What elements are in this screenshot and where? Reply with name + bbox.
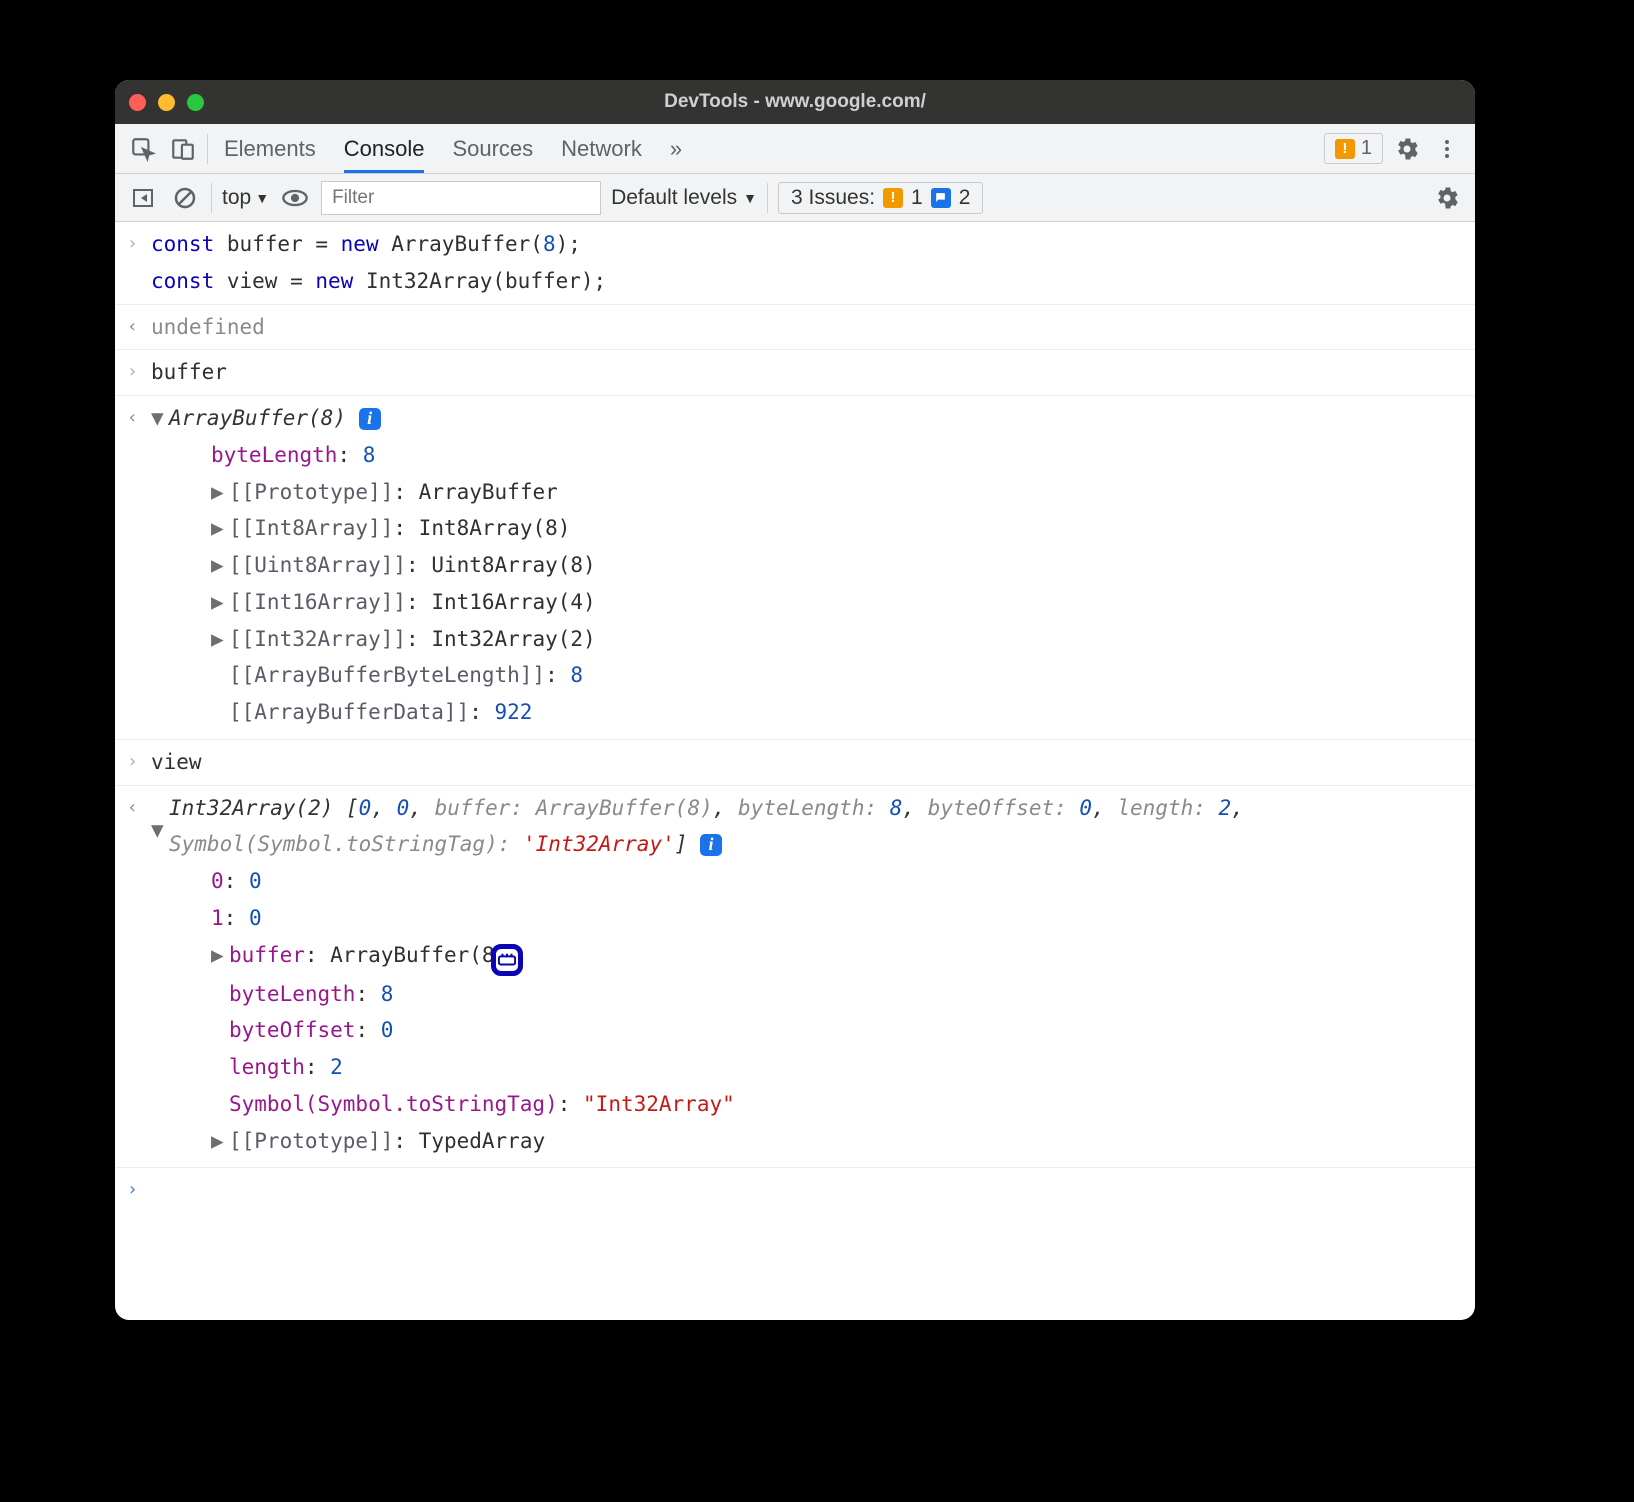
expand-arrow-icon[interactable]: ▶ [211, 1123, 229, 1160]
sidebar-toggle-icon[interactable] [127, 182, 159, 214]
device-toolbar-icon[interactable] [167, 133, 199, 165]
property-line[interactable]: ▶[[Prototype]]: TypedArray [151, 1123, 1463, 1160]
code-keyword: new [341, 232, 379, 256]
expand-toggle-icon[interactable]: ▼ [151, 790, 169, 864]
tab-more[interactable]: » [670, 124, 682, 173]
live-expression-icon[interactable] [279, 182, 311, 214]
dropdown-arrow-icon: ▼ [255, 190, 269, 206]
object-summary[interactable]: ArrayBuffer(8) [169, 406, 346, 430]
property-line[interactable]: ▶[[Int16Array]]: Int16Array(4) [151, 584, 1463, 621]
info-icon [931, 188, 951, 208]
console-input[interactable]: › [115, 1167, 1475, 1180]
code-text: buffer [151, 360, 227, 384]
expand-arrow-icon[interactable]: ▶ [211, 547, 229, 584]
warning-icon: ! [883, 188, 903, 208]
property-line[interactable]: byteLength: 8 [151, 976, 1463, 1013]
code-text: ); [556, 232, 581, 256]
log-levels-selector[interactable]: Default levels ▼ [611, 186, 757, 210]
property-line[interactable]: 0: 0 [151, 863, 1463, 900]
levels-label: Default levels [611, 186, 737, 210]
property-line[interactable]: 1: 0 [151, 900, 1463, 937]
property-line[interactable]: byteLength: 8 [151, 437, 1463, 474]
console-settings-icon[interactable] [1431, 182, 1463, 214]
console-output: › const buffer = new ArrayBuffer(8); con… [115, 222, 1475, 1180]
tab-console[interactable]: Console [344, 124, 425, 173]
property-line[interactable]: byteOffset: 0 [151, 1012, 1463, 1049]
property-line[interactable]: ▶[[Prototype]]: ArrayBuffer [151, 474, 1463, 511]
warnings-badge[interactable]: ! 1 [1324, 133, 1383, 164]
context-selector[interactable]: top ▼ [222, 186, 269, 210]
close-window-button[interactable] [129, 94, 146, 111]
inspect-element-icon[interactable] [127, 133, 159, 165]
console-input-echo[interactable]: › buffer [115, 350, 1475, 396]
issues-info-count: 2 [959, 186, 971, 210]
code-number: 8 [543, 232, 556, 256]
context-label: top [222, 186, 251, 210]
traffic-lights [129, 94, 204, 111]
minimize-window-button[interactable] [158, 94, 175, 111]
output-chevron-icon: ‹ [127, 792, 138, 824]
info-badge-icon[interactable]: i [700, 834, 722, 856]
console-toolbar: top ▼ Default levels ▼ 3 Issues: ! 1 2 [115, 174, 1475, 222]
separator [207, 134, 208, 164]
output-chevron-icon: ‹ [127, 402, 138, 434]
expand-arrow-icon[interactable]: ▶ [211, 474, 229, 511]
titlebar: DevTools - www.google.com/ [115, 80, 1475, 124]
console-input-echo[interactable]: › view [115, 740, 1475, 786]
code-text: view [151, 750, 202, 774]
property-line[interactable]: [[ArrayBufferData]]: 922 [151, 694, 1463, 731]
expand-arrow-icon[interactable]: ▶ [211, 937, 229, 974]
info-badge-icon[interactable]: i [359, 408, 381, 430]
kebab-menu-icon[interactable] [1431, 133, 1463, 165]
code-text: ArrayBuffer( [379, 232, 543, 256]
clear-console-icon[interactable] [169, 182, 201, 214]
expand-arrow-icon[interactable]: ▶ [211, 621, 229, 658]
code-keyword: new [315, 269, 353, 293]
expand-arrow-icon[interactable]: ▶ [211, 584, 229, 621]
devtools-window: DevTools - www.google.com/ Elements Cons… [115, 80, 1475, 1320]
console-output-line: ‹ undefined [115, 305, 1475, 351]
input-chevron-icon: › [127, 746, 138, 778]
property-line[interactable]: ▶buffer: ArrayBuffer(8 [151, 937, 1463, 976]
input-chevron-icon: › [127, 228, 138, 260]
property-line[interactable]: [[ArrayBufferByteLength]]: 8 [151, 657, 1463, 694]
property-line[interactable]: length: 2 [151, 1049, 1463, 1086]
code-text: view = [214, 269, 315, 293]
console-input-echo[interactable]: › const buffer = new ArrayBuffer(8); con… [115, 222, 1475, 305]
input-prompt-icon: › [127, 1174, 138, 1206]
issues-warn-count: 1 [911, 186, 923, 210]
issues-badge[interactable]: 3 Issues: ! 1 2 [778, 182, 983, 214]
input-chevron-icon: › [127, 356, 138, 388]
issues-label: 3 Issues: [791, 186, 875, 210]
output-chevron-icon: ‹ [127, 311, 138, 343]
window-title: DevTools - www.google.com/ [115, 91, 1475, 113]
memory-inspector-icon[interactable] [491, 944, 523, 976]
property-line[interactable]: ▶[[Uint8Array]]: Uint8Array(8) [151, 547, 1463, 584]
tab-network[interactable]: Network [561, 124, 642, 173]
main-toolbar: Elements Console Sources Network » ! 1 [115, 124, 1475, 174]
property-line[interactable]: ▶[[Int8Array]]: Int8Array(8) [151, 510, 1463, 547]
expand-arrow-icon[interactable]: ▶ [211, 510, 229, 547]
console-output-block[interactable]: ‹ ▼ Int32Array(2) [0, 0, buffer: ArrayBu… [115, 786, 1475, 1168]
tab-elements[interactable]: Elements [224, 124, 316, 173]
property-line[interactable]: ▶[[Int32Array]]: Int32Array(2) [151, 621, 1463, 658]
settings-icon[interactable] [1391, 133, 1423, 165]
warning-icon: ! [1335, 139, 1355, 159]
code-text: Int32Array(buffer); [353, 269, 606, 293]
filter-input[interactable] [321, 181, 601, 215]
maximize-window-button[interactable] [187, 94, 204, 111]
panel-tabs: Elements Console Sources Network » [224, 124, 682, 173]
console-output-block[interactable]: ‹ ▼ArrayBuffer(8) i byteLength: 8 ▶[[Pro… [115, 396, 1475, 740]
code-keyword: const [151, 269, 214, 293]
code-text: buffer = [214, 232, 340, 256]
tab-sources[interactable]: Sources [452, 124, 533, 173]
property-line[interactable]: Symbol(Symbol.toStringTag): "Int32Array" [151, 1086, 1463, 1123]
warnings-count: 1 [1361, 137, 1372, 160]
object-summary: Int32Array(2) [169, 796, 346, 820]
dropdown-arrow-icon: ▼ [743, 190, 757, 206]
code-keyword: const [151, 232, 214, 256]
expand-toggle-icon[interactable]: ▼ [151, 400, 169, 437]
undefined-value: undefined [151, 315, 265, 339]
